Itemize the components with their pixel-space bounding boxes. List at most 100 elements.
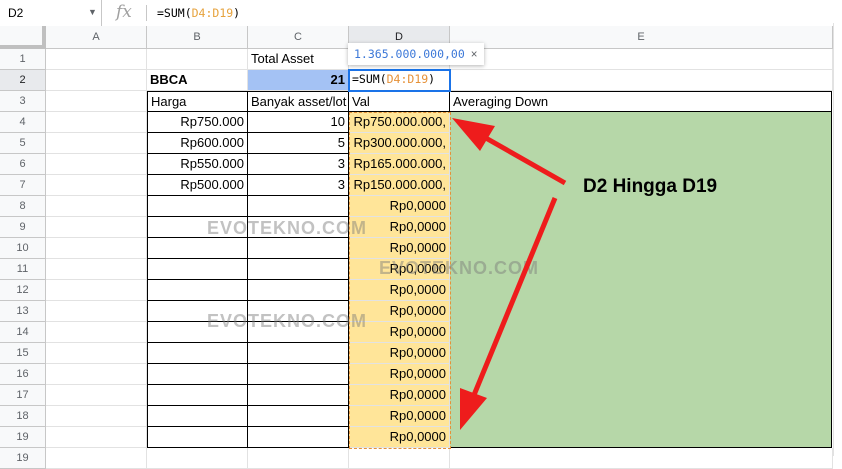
cell-c7[interactable]: 3 (248, 175, 349, 196)
row-header-19[interactable]: 19 (0, 427, 46, 448)
cell-b16[interactable] (147, 364, 248, 385)
row-header-3[interactable]: 3 (0, 91, 46, 112)
cell-a20[interactable] (46, 448, 147, 469)
select-all-corner[interactable] (0, 26, 46, 49)
cell-a12[interactable] (46, 280, 147, 301)
cell-a13[interactable] (46, 301, 147, 322)
cell-b2[interactable]: BBCA (147, 70, 248, 91)
cell-a18[interactable] (46, 406, 147, 427)
row-header-8[interactable]: 8 (0, 196, 46, 217)
row-header-10[interactable]: 10 (0, 238, 46, 259)
column-header-c[interactable]: C (248, 26, 349, 49)
row-header-6[interactable]: 6 (0, 154, 46, 175)
cell-a19[interactable] (46, 427, 147, 448)
name-box[interactable]: D2 ▼ (0, 0, 102, 26)
cell-b20[interactable] (147, 448, 248, 469)
cell-a7[interactable] (46, 175, 147, 196)
cell-a5[interactable] (46, 133, 147, 154)
cell-d19[interactable]: Rp0,0000 (349, 427, 450, 448)
active-cell-d2-editor[interactable]: =SUM(D4:D19) (348, 69, 451, 92)
cell-a4[interactable] (46, 112, 147, 133)
cell-b10[interactable] (147, 238, 248, 259)
row-header-14[interactable]: 14 (0, 322, 46, 343)
row-header-11[interactable]: 11 (0, 259, 46, 280)
cell-d3[interactable]: Val (349, 91, 450, 112)
cell-d10[interactable]: Rp0,0000 (349, 238, 450, 259)
cell-d6[interactable]: Rp165.000.000, (349, 154, 450, 175)
cell-c3[interactable]: Banyak asset/lot (248, 91, 349, 112)
cell-c6[interactable]: 3 (248, 154, 349, 175)
cell-e20[interactable] (450, 448, 833, 469)
cell-c12[interactable] (248, 280, 349, 301)
cell-c15[interactable] (248, 343, 349, 364)
cell-a3[interactable] (46, 91, 147, 112)
cell-c1[interactable]: Total Asset (248, 49, 349, 70)
row-header-12[interactable]: 12 (0, 280, 46, 301)
cell-b7[interactable]: Rp500.000 (147, 175, 248, 196)
cell-c11[interactable] (248, 259, 349, 280)
cell-b4[interactable]: Rp750.000 (147, 112, 248, 133)
row-header-17[interactable]: 17 (0, 385, 46, 406)
cell-c20[interactable] (248, 448, 349, 469)
cell-d15[interactable]: Rp0,0000 (349, 343, 450, 364)
cell-c8[interactable] (248, 196, 349, 217)
cell-d20[interactable] (349, 448, 450, 469)
column-header-e[interactable]: E (450, 26, 833, 49)
cell-c17[interactable] (248, 385, 349, 406)
column-header-b[interactable]: B (147, 26, 248, 49)
cell-e2[interactable] (450, 70, 833, 91)
cell-d4[interactable]: Rp750.000.000, (349, 112, 450, 133)
close-icon[interactable]: × (471, 49, 478, 61)
cell-b6[interactable]: Rp550.000 (147, 154, 248, 175)
cell-d12[interactable]: Rp0,0000 (349, 280, 450, 301)
cell-c2[interactable]: 21 (248, 70, 349, 91)
row-header-16[interactable]: 16 (0, 364, 46, 385)
cell-a6[interactable] (46, 154, 147, 175)
cell-b5[interactable]: Rp600.000 (147, 133, 248, 154)
cell-a16[interactable] (46, 364, 147, 385)
cell-b19[interactable] (147, 427, 248, 448)
formula-input[interactable]: =SUM(D4:D19) (157, 6, 240, 20)
cell-e4-merged[interactable] (450, 112, 832, 448)
cell-a10[interactable] (46, 238, 147, 259)
cell-b12[interactable] (147, 280, 248, 301)
cell-a8[interactable] (46, 196, 147, 217)
cell-d5[interactable]: Rp300.000.000, (349, 133, 450, 154)
row-header-5[interactable]: 5 (0, 133, 46, 154)
row-header-15[interactable]: 15 (0, 343, 46, 364)
row-header-19b[interactable]: 19 (0, 448, 46, 469)
cell-e1[interactable] (450, 49, 833, 70)
row-header-9[interactable]: 9 (0, 217, 46, 238)
cell-a14[interactable] (46, 322, 147, 343)
cell-c16[interactable] (248, 364, 349, 385)
row-header-7[interactable]: 7 (0, 175, 46, 196)
cell-d17[interactable]: Rp0,0000 (349, 385, 450, 406)
cell-b3[interactable]: Harga (147, 91, 248, 112)
cell-c4[interactable]: 10 (248, 112, 349, 133)
row-header-13[interactable]: 13 (0, 301, 46, 322)
cell-c18[interactable] (248, 406, 349, 427)
cell-d18[interactable]: Rp0,0000 (349, 406, 450, 427)
cell-b8[interactable] (147, 196, 248, 217)
cell-a15[interactable] (46, 343, 147, 364)
cell-c5[interactable]: 5 (248, 133, 349, 154)
cell-a1[interactable] (46, 49, 147, 70)
cell-b11[interactable] (147, 259, 248, 280)
chevron-down-icon[interactable]: ▼ (88, 7, 97, 17)
column-header-a[interactable]: A (46, 26, 147, 49)
cell-d7[interactable]: Rp150.000.000, (349, 175, 450, 196)
vertical-scrollbar[interactable] (833, 23, 842, 456)
cell-a2[interactable] (46, 70, 147, 91)
row-header-1[interactable]: 1 (0, 49, 46, 70)
cell-c10[interactable] (248, 238, 349, 259)
cell-b1[interactable] (147, 49, 248, 70)
cell-a11[interactable] (46, 259, 147, 280)
cell-b18[interactable] (147, 406, 248, 427)
cell-b17[interactable] (147, 385, 248, 406)
cell-d16[interactable]: Rp0,0000 (349, 364, 450, 385)
cell-a9[interactable] (46, 217, 147, 238)
row-header-4[interactable]: 4 (0, 112, 46, 133)
cell-b15[interactable] (147, 343, 248, 364)
cell-a17[interactable] (46, 385, 147, 406)
cell-e3[interactable]: Averaging Down (450, 91, 832, 112)
